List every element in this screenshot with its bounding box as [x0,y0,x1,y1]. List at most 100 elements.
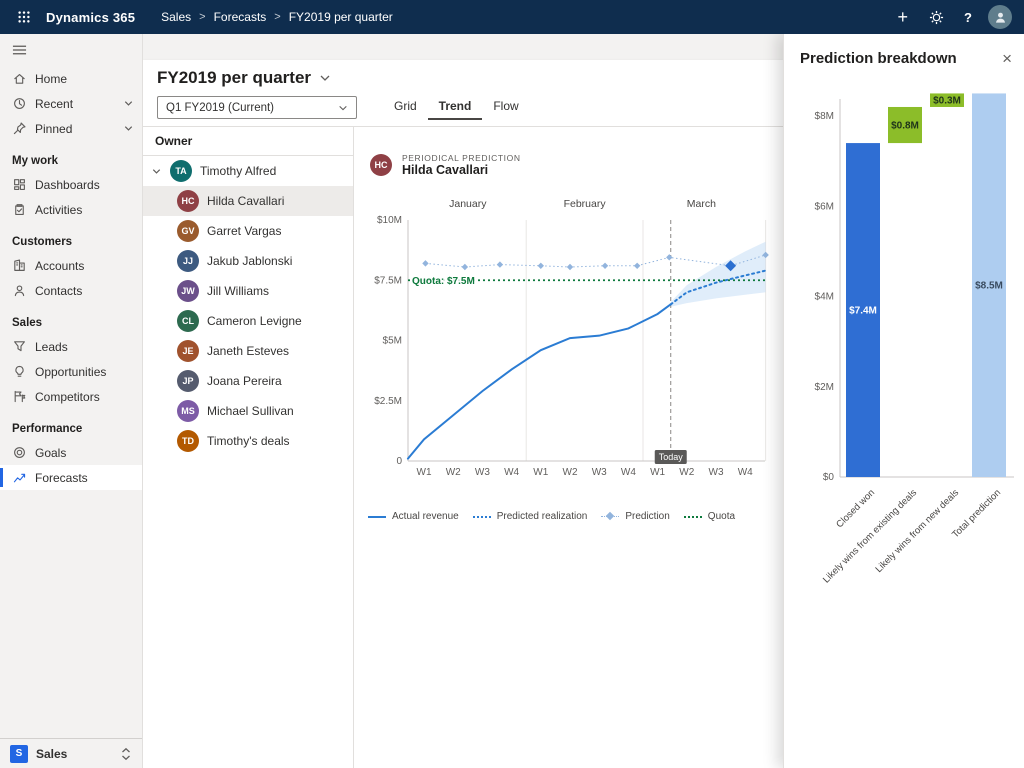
home-icon [12,71,27,86]
sidebar-item-goals[interactable]: Goals [0,440,142,465]
tab-trend[interactable]: Trend [428,94,483,120]
svg-text:$6M: $6M [815,201,834,212]
app-title[interactable]: Dynamics 365 [46,10,135,25]
sitemap-sidebar: HomeRecentPinnedMy workDashboardsActivit… [0,34,143,768]
svg-text:$8.5M: $8.5M [975,281,1003,292]
pin-icon [12,121,27,136]
page-title: FY2019 per quarter [157,68,311,88]
sidebar-item-home[interactable]: Home [0,66,142,91]
contacts-icon [12,283,27,298]
app-launcher-button[interactable] [12,5,36,29]
sitemap-toggle-button[interactable] [0,34,142,66]
owner-row-janeth-esteves[interactable]: JE Janeth Esteves [143,336,353,366]
svg-text:January: January [449,198,487,210]
person-icon [993,10,1008,25]
sidebar-item-recent[interactable]: Recent [0,91,142,116]
owner-name: Michael Sullivan [207,404,294,418]
chevron-down-icon [123,123,134,134]
nav-section-title-customers: Customers [0,222,142,253]
quick-create-button[interactable]: + [898,8,909,26]
legend-item-quota: Quota [684,511,735,522]
activities-icon [12,202,27,217]
owner-row-michael-sullivan[interactable]: MSMichael Sullivan [143,396,353,426]
area-switcher[interactable]: S Sales [0,738,142,768]
clock-icon [12,96,27,111]
chart-owner-avatar: HC [370,154,392,176]
owner-row-cameron-levigne[interactable]: CLCameron Levigne [143,306,353,336]
legend-label: Predicted realization [497,511,588,522]
competitors-icon [12,389,27,404]
breadcrumb-item-sales[interactable]: Sales [161,10,191,24]
sidebar-item-competitors[interactable]: Competitors [0,384,142,409]
avatar: JE [177,340,199,362]
trend-chart-area: HC PERIODICAL PREDICTION Hilda Cavallari… [354,127,783,768]
sidebar-item-accounts[interactable]: Accounts [0,253,142,278]
area-switcher-chevrons-icon [120,747,132,761]
avatar: HC [177,190,199,212]
svg-text:W3: W3 [592,467,607,478]
prediction-breakdown-chart[interactable]: $8M$6M$4M$2M$0$7.4M$0.8M$0.3M$8.5MClosed… [784,79,1024,609]
panel-header: Prediction breakdown × [784,34,1024,73]
period-selector-value: Q1 FY2019 (Current) [166,102,274,114]
help-button[interactable]: ? [964,10,972,25]
sidebar-item-pinned[interactable]: Pinned [0,116,142,141]
trend-chart[interactable]: JanuaryFebruaryMarch$10M$7.5M$5M$2.5M0W1… [354,191,783,491]
owner-row-garret-vargas[interactable]: GVGarret Vargas [143,216,353,246]
avatar: TD [177,430,199,452]
svg-text:W2: W2 [679,467,694,478]
goals-icon [12,445,27,460]
svg-text:$5M: $5M [383,336,402,347]
gear-icon [929,10,944,25]
sidebar-item-leads[interactable]: Leads [0,334,142,359]
svg-text:W4: W4 [621,467,636,478]
breadcrumb-separator: > [274,11,280,23]
owner-row-timothy-s-deals[interactable]: TDTimothy's deals [143,426,353,456]
owner-column: Owner TATimothy AlfredHCHilda CavallariG… [143,127,354,768]
opportunities-icon [12,364,27,379]
owner-row-hilda-cavallari[interactable]: HCHilda Cavallari [143,186,353,216]
breadcrumb-item-forecasts[interactable]: Forecasts [214,10,267,24]
settings-button[interactable] [924,5,948,29]
owner-row-jakub-jablonski[interactable]: JJJakub Jablonski [143,246,353,276]
nav-section-title-performance: Performance [0,409,142,440]
dashboards-icon [12,177,27,192]
tab-flow[interactable]: Flow [482,94,529,120]
tab-grid[interactable]: Grid [383,94,428,120]
svg-text:Quota: $7.5M: Quota: $7.5M [412,276,475,287]
hamburger-icon [12,44,27,56]
owner-name: Timothy Alfred [200,164,276,178]
svg-text:W1: W1 [533,467,548,478]
owner-row-jill-williams[interactable]: JWJill Williams [143,276,353,306]
sidebar-item-contacts[interactable]: Contacts [0,278,142,303]
period-selector[interactable]: Q1 FY2019 (Current) [157,96,357,119]
legend-item-actual-revenue: Actual revenue [368,511,459,522]
sidebar-item-activities[interactable]: Activities [0,197,142,222]
sidebar-item-opportunities[interactable]: Opportunities [0,359,142,384]
owner-name: Janeth Esteves [207,344,289,358]
chart-eyebrow: PERIODICAL PREDICTION [402,153,521,163]
svg-text:0: 0 [396,456,402,467]
breadcrumb-item-fy2019-per-quarter[interactable]: FY2019 per quarter [289,10,393,24]
forecasts-icon [12,470,27,485]
avatar: JP [177,370,199,392]
user-avatar[interactable] [988,5,1012,29]
owner-name: Jakub Jablonski [207,254,292,268]
svg-text:W4: W4 [738,467,753,478]
sidebar-item-forecasts[interactable]: Forecasts [0,465,142,490]
avatar: TA [170,160,192,182]
owner-row-joana-pereira[interactable]: JPJoana Pereira [143,366,353,396]
chevron-down-icon [319,72,331,84]
svg-text:$7.5M: $7.5M [374,275,402,286]
owner-group-row[interactable]: TA Timothy Alfred [143,156,353,186]
svg-text:$4M: $4M [815,292,834,303]
close-panel-button[interactable]: × [1002,50,1012,67]
sidebar-item-dashboards[interactable]: Dashboards [0,172,142,197]
forecast-title-row[interactable]: FY2019 per quarter [157,68,331,88]
svg-text:$0.8M: $0.8M [891,121,919,132]
chart-owner-header: HC PERIODICAL PREDICTION Hilda Cavallari [370,153,521,177]
legend-item-prediction: Prediction [601,511,669,522]
owner-name: Jill Williams [207,284,269,298]
breadcrumb: Sales>Forecasts>FY2019 per quarter [161,10,393,24]
forecast-body: Owner TATimothy AlfredHCHilda CavallariG… [143,127,783,768]
chevron-down-icon [338,103,348,113]
